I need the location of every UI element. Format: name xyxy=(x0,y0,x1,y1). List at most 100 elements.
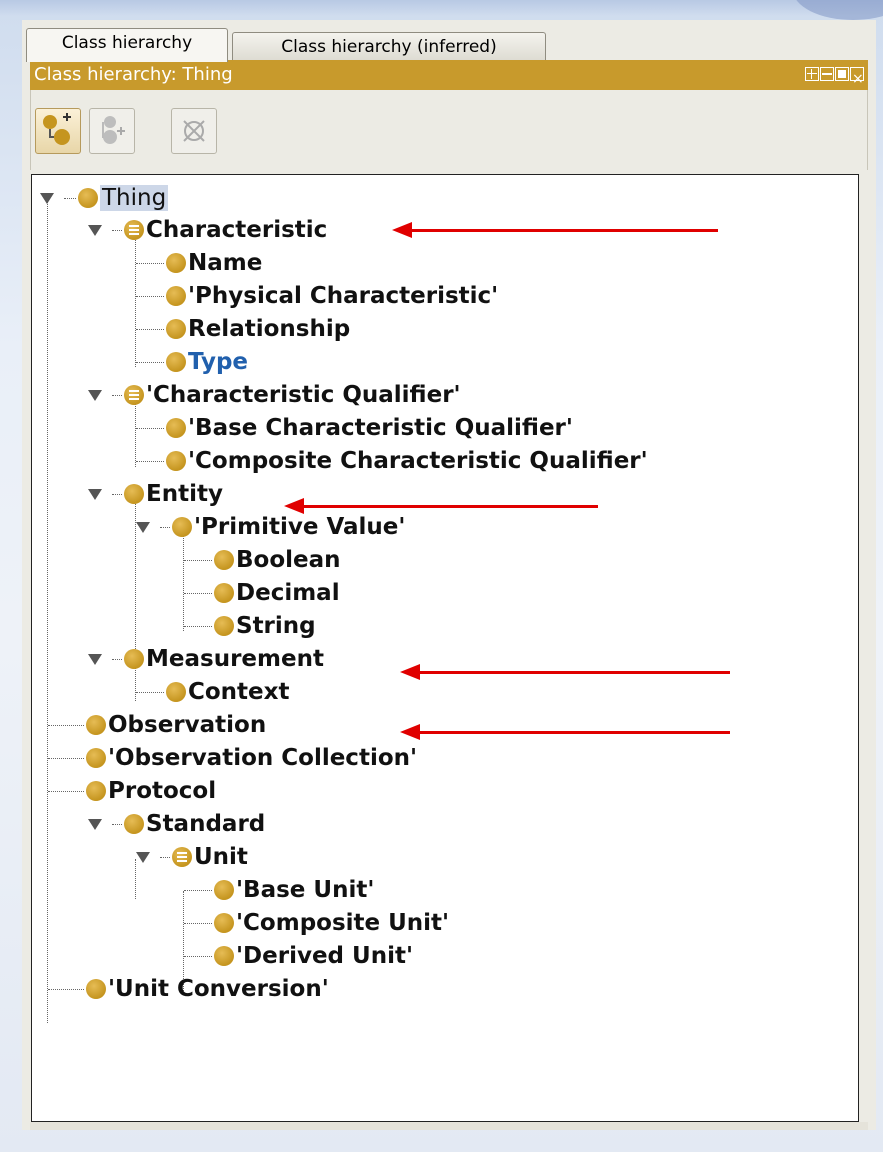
class-icon xyxy=(86,979,106,999)
tree-node-thing[interactable]: Thing xyxy=(40,183,169,213)
tree-node-label: 'Observation Collection' xyxy=(108,745,418,771)
tree-node-label: Characteristic xyxy=(146,217,328,243)
annotation-arrow xyxy=(400,664,730,680)
class-icon xyxy=(214,913,234,933)
expand-toggle[interactable] xyxy=(136,521,150,533)
tree-node-label: Boolean xyxy=(236,547,341,573)
close-view-icon[interactable] xyxy=(850,64,864,94)
add-subclass-icon xyxy=(43,113,71,145)
split-view-icon[interactable] xyxy=(805,67,819,81)
add-sibling-class-button[interactable] xyxy=(89,108,135,154)
class-icon xyxy=(166,682,186,702)
view-title: Class hierarchy: Thing xyxy=(34,64,233,85)
defined-class-icon xyxy=(172,847,192,867)
tree-node[interactable]: String xyxy=(184,611,316,641)
tree-node-label: 'Base Characteristic Qualifier' xyxy=(188,415,573,441)
tree-node[interactable]: Entity xyxy=(88,479,223,509)
annotation-arrow xyxy=(400,724,730,740)
add-sibling-class-icon xyxy=(102,116,125,144)
tree-node-label: Relationship xyxy=(188,316,351,342)
tree-node[interactable]: 'Base Characteristic Qualifier' xyxy=(136,413,573,443)
expand-toggle[interactable] xyxy=(88,389,102,401)
tree-node-label: Entity xyxy=(146,481,223,507)
maximize-view-icon[interactable] xyxy=(835,67,849,81)
tree-node-label: 'Derived Unit' xyxy=(236,943,413,969)
expand-toggle[interactable] xyxy=(136,851,150,863)
expand-toggle[interactable] xyxy=(88,653,102,665)
tree-node[interactable]: Observation xyxy=(48,710,267,740)
add-subclass-button[interactable] xyxy=(35,108,81,154)
class-icon xyxy=(124,814,144,834)
tree-node-label: Type xyxy=(188,349,249,375)
tree-node-label: Standard xyxy=(146,811,266,837)
tree-node[interactable]: Name xyxy=(136,248,262,278)
tree-node-label: Name xyxy=(188,250,263,276)
tree-node[interactable]: Standard xyxy=(88,809,265,839)
delete-class-button[interactable] xyxy=(171,108,217,154)
class-icon xyxy=(214,550,234,570)
tree-node-label: 'Primitive Value' xyxy=(194,514,406,540)
class-icon xyxy=(214,880,234,900)
tree-node[interactable]: 'Characteristic Qualifier' xyxy=(88,380,461,410)
expand-toggle[interactable] xyxy=(88,818,102,830)
tree-node-label: Thing xyxy=(100,185,169,211)
defined-class-icon xyxy=(124,385,144,405)
tree-node[interactable]: Relationship xyxy=(136,314,350,344)
class-icon xyxy=(78,188,98,208)
tree-node[interactable]: Measurement xyxy=(88,644,324,674)
tree-node[interactable]: 'Composite Unit' xyxy=(184,908,449,938)
tree-node[interactable]: 'Base Unit' xyxy=(184,875,374,905)
annotation-arrow xyxy=(392,222,718,238)
expand-toggle[interactable] xyxy=(88,224,102,236)
tree-node[interactable]: Protocol xyxy=(48,776,217,806)
tree-node-label: 'Unit Conversion' xyxy=(108,976,329,1002)
desktop-top-band xyxy=(0,0,883,16)
class-icon xyxy=(166,253,186,273)
class-icon xyxy=(166,286,186,306)
tab-class-hierarchy[interactable]: Class hierarchy xyxy=(26,28,228,62)
tree-node-label: 'Composite Characteristic Qualifier' xyxy=(188,448,648,474)
view-controls xyxy=(805,64,864,94)
class-icon xyxy=(86,715,106,735)
tree-node[interactable]: Context xyxy=(136,677,289,707)
tree-node[interactable]: 'Composite Characteristic Qualifier' xyxy=(136,446,648,476)
tree-node-label: Protocol xyxy=(108,778,217,804)
expand-toggle[interactable] xyxy=(40,192,54,204)
minimize-view-icon[interactable] xyxy=(820,67,834,81)
class-icon xyxy=(172,517,192,537)
class-icon xyxy=(166,352,186,372)
class-icon xyxy=(166,418,186,438)
tree-node-label: Observation xyxy=(108,712,267,738)
tree-node-label: 'Characteristic Qualifier' xyxy=(146,382,461,408)
tree-node-label: String xyxy=(236,613,316,639)
tree-node-label: 'Physical Characteristic' xyxy=(188,283,499,309)
delete-class-icon xyxy=(183,120,205,142)
class-icon xyxy=(124,484,144,504)
tree-node[interactable]: 'Physical Characteristic' xyxy=(136,281,498,311)
tree-node[interactable]: Unit xyxy=(136,842,248,872)
hierarchy-toolbar xyxy=(30,90,868,170)
class-tree[interactable]: Thing Characteristic Name 'Physical Char… xyxy=(31,174,859,1122)
class-icon xyxy=(214,583,234,603)
class-icon xyxy=(214,616,234,636)
tree-node[interactable]: 'Primitive Value' xyxy=(136,512,405,542)
tree-node[interactable]: 'Derived Unit' xyxy=(184,941,413,971)
class-icon xyxy=(166,451,186,471)
tree-node[interactable]: 'Observation Collection' xyxy=(48,743,418,773)
tree-node[interactable]: Decimal xyxy=(184,578,340,608)
class-icon xyxy=(166,319,186,339)
class-icon xyxy=(86,781,106,801)
class-hierarchy-window: Class hierarchy Class hierarchy (inferre… xyxy=(22,20,876,1130)
annotation-arrow xyxy=(284,498,598,514)
tree-node[interactable]: Boolean xyxy=(184,545,341,575)
tree-connector xyxy=(47,195,48,1023)
expand-toggle[interactable] xyxy=(88,488,102,500)
tree-node[interactable]: Type xyxy=(136,347,248,377)
tree-node[interactable]: 'Unit Conversion' xyxy=(48,974,329,1004)
tree-node[interactable]: Characteristic xyxy=(88,215,327,245)
tree-node-label: 'Composite Unit' xyxy=(236,910,450,936)
tree-node-label: 'Base Unit' xyxy=(236,877,375,903)
panel-bottom-edge xyxy=(30,1122,868,1130)
tree-node-label: Context xyxy=(188,679,290,705)
tab-class-hierarchy-inferred[interactable]: Class hierarchy (inferred) xyxy=(232,32,546,61)
